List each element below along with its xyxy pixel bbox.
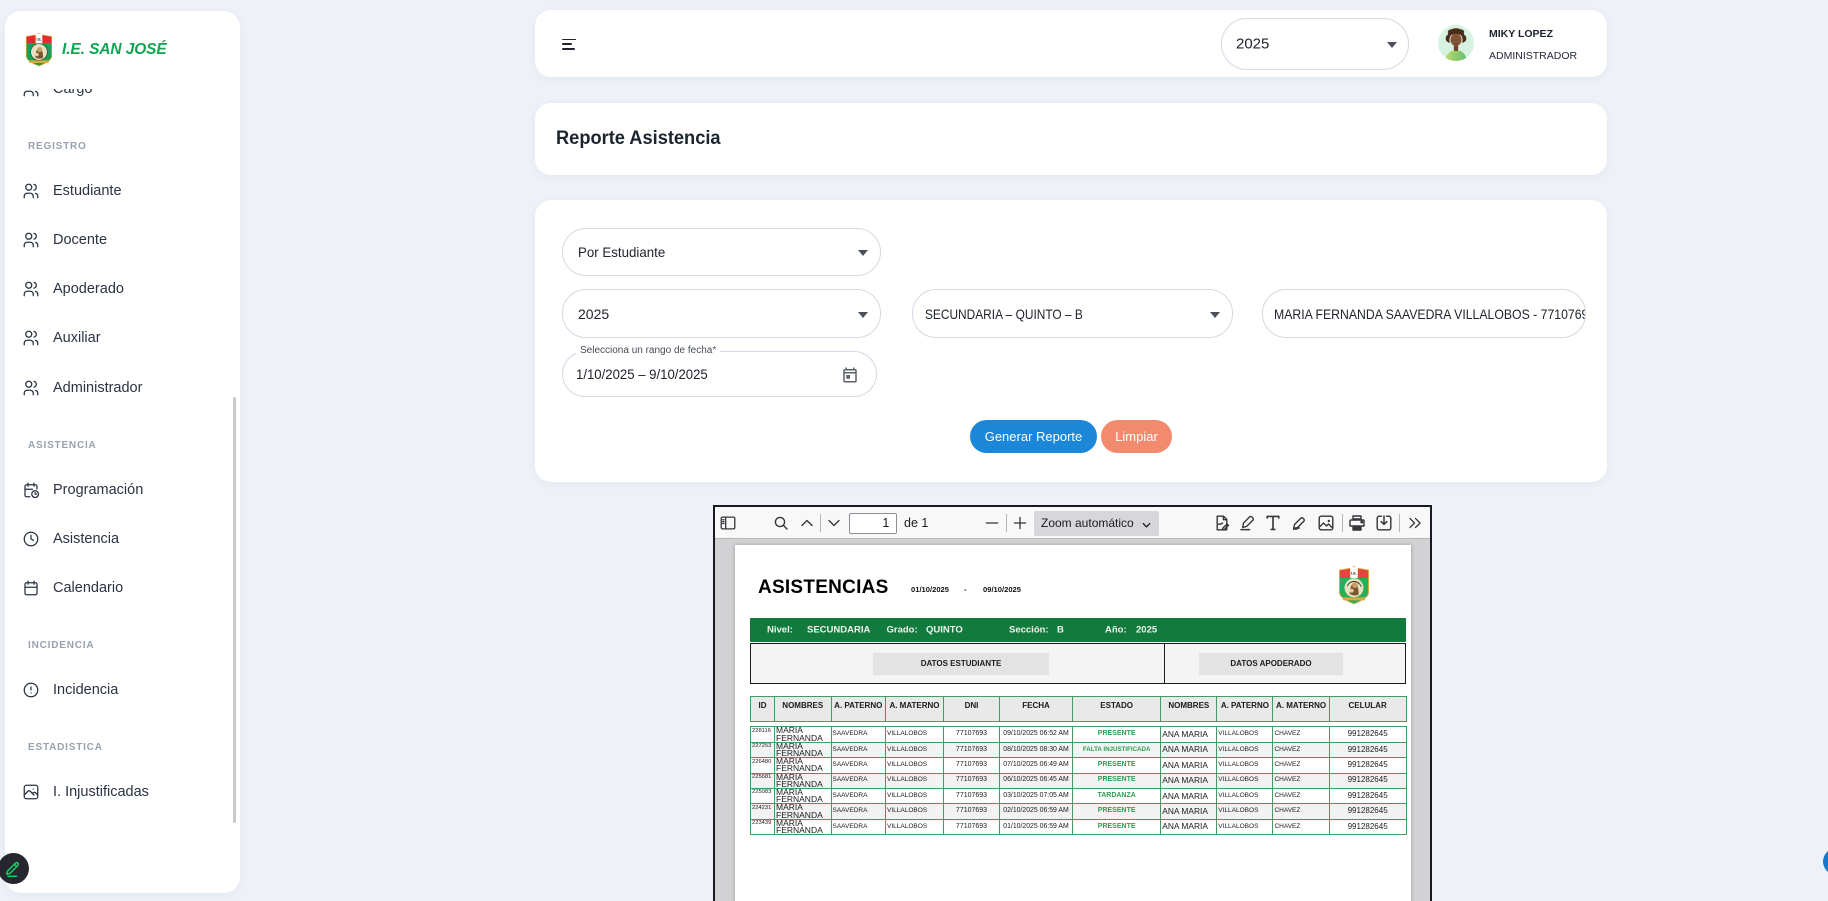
svg-text:I.E.: I.E.	[1351, 570, 1357, 575]
svg-text:I.E.: I.E.	[36, 38, 41, 42]
